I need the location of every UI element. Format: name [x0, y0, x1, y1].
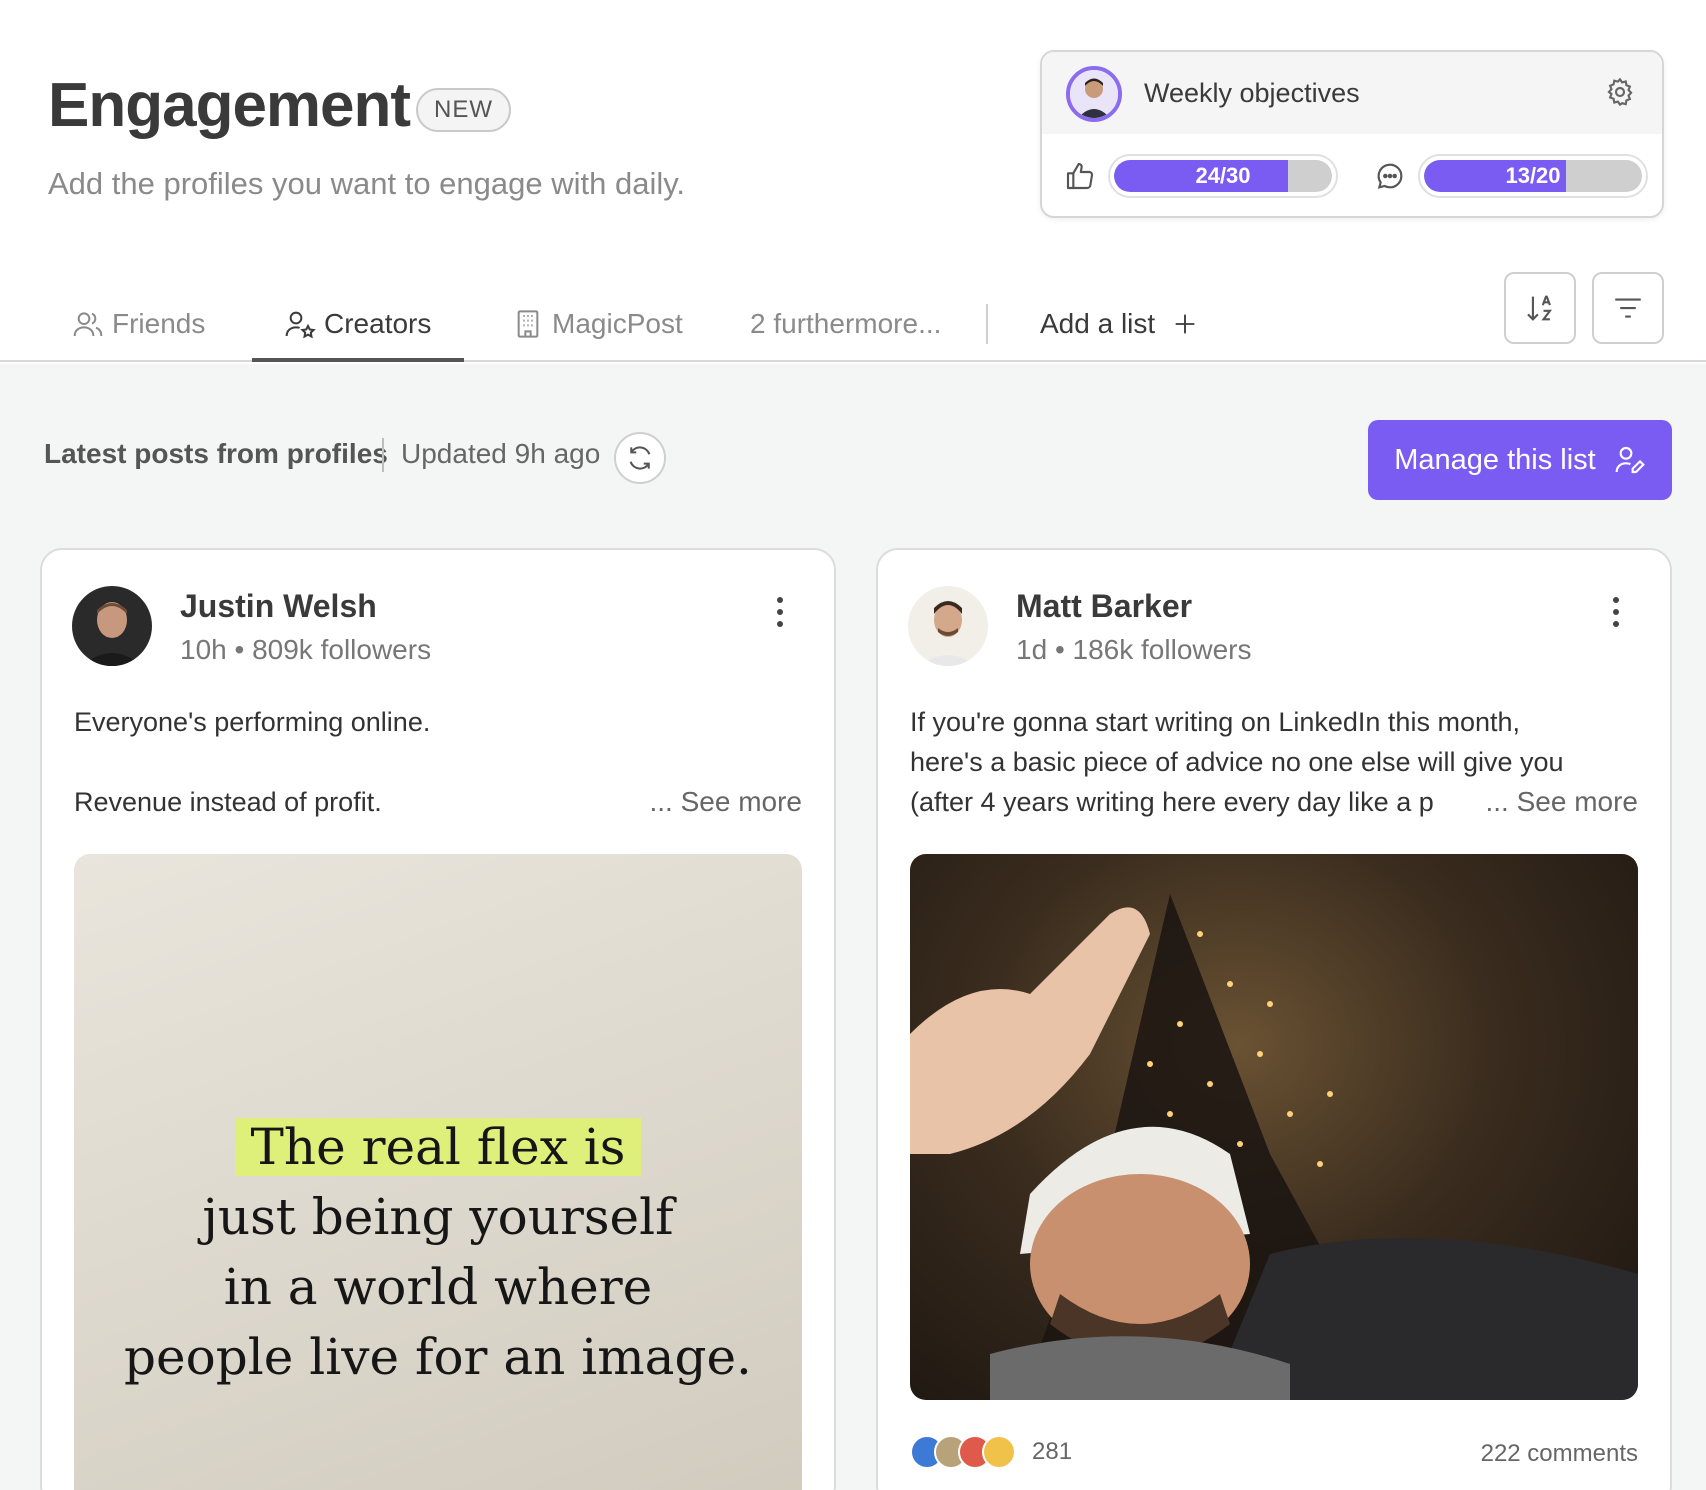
comments-progress-label: 13/20 — [1505, 163, 1561, 188]
bullet-separator: • — [1054, 634, 1073, 665]
updated-label: Updated 9h ago — [401, 438, 601, 469]
post-card: Justin Welsh 10h • 809k followers Everyo… — [40, 548, 836, 1490]
comments-count[interactable]: 222 comments — [1481, 1440, 1638, 1468]
manage-list-label: Manage this list — [1394, 443, 1596, 476]
post-text-line: Revenue instead of profit. — [74, 787, 382, 817]
reaction-count: 281 — [1032, 1438, 1073, 1465]
reactions-summary[interactable]: 281 — [910, 1432, 1072, 1472]
tab-more-label: 2 furthermore... — [750, 308, 942, 339]
post-text-line: here's a basic piece of advice no one el… — [910, 747, 1564, 777]
tab-more[interactable]: 2 furthermore... — [750, 304, 941, 344]
post-meta: 10h • 809k followers — [180, 634, 431, 666]
sort-az-icon — [1527, 295, 1553, 321]
post-image[interactable]: The real flex is just being yourself in … — [74, 854, 802, 1490]
sort-button[interactable] — [1504, 272, 1576, 344]
tab-magicpost-label: MagicPost — [552, 308, 683, 339]
post-text-line: Everyone's performing online. — [74, 707, 431, 737]
avatar[interactable] — [908, 586, 988, 666]
weekly-objectives-title: Weekly objectives — [1144, 78, 1360, 108]
avatar[interactable] — [1066, 66, 1122, 122]
tab-creators-label: Creators — [324, 308, 432, 339]
post-author[interactable]: Justin Welsh — [180, 588, 377, 625]
post-card: Matt Barker 1d • 186k followers If you'r… — [876, 548, 1672, 1490]
more-options-icon[interactable] — [1610, 594, 1622, 630]
post-meta: 1d • 186k followers — [1016, 634, 1252, 666]
more-options-icon[interactable] — [774, 594, 786, 630]
post-time: 10h — [180, 634, 227, 665]
tab-magicpost[interactable]: MagicPost — [512, 304, 683, 344]
post-text-line: (after 4 years writing here every day li… — [910, 787, 1434, 817]
tab-friends-label: Friends — [112, 308, 206, 339]
post-followers: 186k followers — [1072, 634, 1252, 665]
likes-progress-label: 24/30 — [1195, 163, 1251, 188]
post-image[interactable] — [910, 854, 1638, 1400]
tab-separator — [986, 304, 988, 344]
building-icon — [517, 310, 539, 338]
see-more-link[interactable]: ... See more — [1471, 782, 1638, 822]
image-quote: The real flex is just being yourself in … — [74, 1112, 802, 1392]
quote-line: just being yourself — [202, 1188, 674, 1246]
refresh-button[interactable] — [614, 432, 666, 484]
post-author[interactable]: Matt Barker — [1016, 588, 1192, 625]
gear-icon[interactable] — [1604, 76, 1636, 108]
active-tab-indicator — [252, 358, 464, 362]
weekly-objectives-card: Weekly objectives 24/30 13/20 — [1040, 50, 1664, 218]
filter-button[interactable] — [1592, 272, 1664, 344]
page-title: Engagement — [48, 71, 411, 140]
comment-icon — [1377, 163, 1403, 189]
see-more-link[interactable]: ... See more — [635, 782, 802, 822]
post-followers: 809k followers — [252, 634, 432, 665]
quote-line: people live for an image. — [124, 1328, 752, 1386]
add-list-button[interactable]: Add a list — [1040, 304, 1199, 344]
photo-illustration — [910, 894, 1638, 1400]
comments-progress-bar: 13/20 — [1418, 154, 1648, 198]
user-star-icon — [285, 311, 316, 339]
user-edit-icon — [1615, 446, 1645, 474]
add-list-label: Add a list — [1040, 308, 1156, 339]
likes-progress-bar: 24/30 — [1108, 154, 1338, 198]
manage-list-button[interactable]: Manage this list — [1368, 420, 1672, 500]
thumbs-up-icon — [1066, 162, 1094, 190]
latest-posts-label: Latest posts from profiles — [44, 438, 388, 469]
page-header: Engagement NEW Add the profiles you want… — [0, 0, 1706, 362]
users-icon — [73, 312, 103, 337]
post-time: 1d — [1016, 634, 1048, 665]
page-subtitle: Add the profiles you want to engage with… — [48, 166, 686, 201]
quote-line: in a world where — [223, 1258, 653, 1316]
filter-icon — [1615, 298, 1641, 318]
post-text-line: If you're gonna start writing on LinkedI… — [910, 707, 1520, 737]
latest-separator — [382, 438, 384, 472]
refresh-icon — [629, 446, 651, 470]
new-badge: NEW — [416, 88, 511, 132]
bullet-separator: • — [234, 634, 253, 665]
tab-friends[interactable]: Friends — [72, 304, 205, 344]
avatar[interactable] — [72, 586, 152, 666]
tab-creators[interactable]: Creators — [284, 304, 431, 344]
quote-line: The real flex is — [234, 1118, 642, 1176]
plus-icon — [1175, 314, 1195, 334]
insightful-reaction-icon — [982, 1435, 1016, 1469]
